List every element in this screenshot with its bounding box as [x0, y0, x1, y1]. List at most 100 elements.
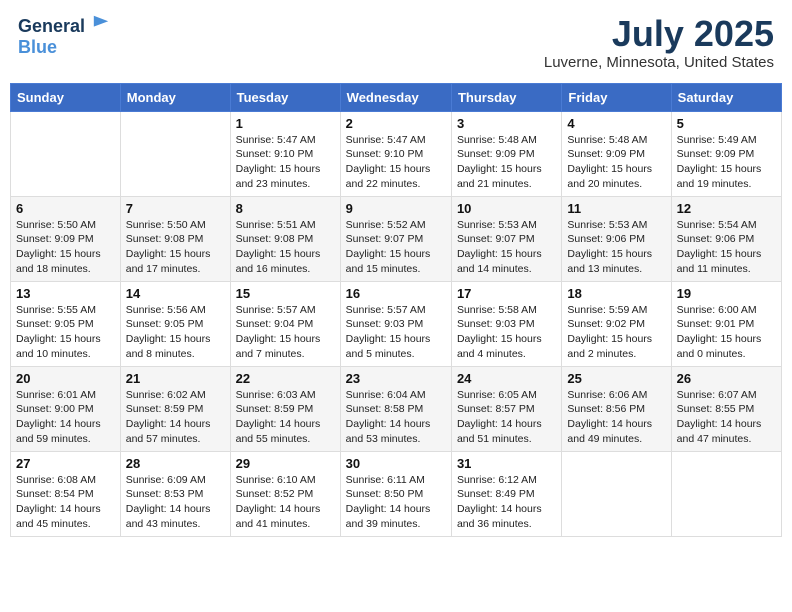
- calendar-cell: 6 Sunrise: 5:50 AM Sunset: 9:09 PM Daylig…: [11, 196, 121, 281]
- calendar-cell: 2Sunrise: 5:47 AM Sunset: 9:10 PM Daylig…: [340, 111, 451, 196]
- weekday-header-monday: Monday: [120, 83, 230, 111]
- day-number: 10: [457, 201, 556, 216]
- day-info: Sunrise: 6:12 AM Sunset: 8:49 PM Dayligh…: [457, 473, 556, 532]
- day-number: 9: [346, 201, 446, 216]
- calendar-cell: 8 Sunrise: 5:51 AM Sunset: 9:08 PM Daylig…: [230, 196, 340, 281]
- weekday-header-wednesday: Wednesday: [340, 83, 451, 111]
- day-info: Sunrise: 5:54 AM Sunset: 9:06 PM Dayligh…: [677, 218, 776, 277]
- day-info: Sunrise: 6:01 AM Sunset: 9:00 PM Dayligh…: [16, 388, 115, 447]
- day-number: 8: [236, 201, 335, 216]
- logo-text: General: [18, 14, 110, 37]
- calendar-cell: 5Sunrise: 5:49 AM Sunset: 9:09 PM Daylig…: [671, 111, 781, 196]
- calendar-cell: 28 Sunrise: 6:09 AM Sunset: 8:53 PM Dayli…: [120, 451, 230, 536]
- week-row-4: 20Sunrise: 6:01 AM Sunset: 9:00 PM Dayli…: [11, 366, 782, 451]
- day-number: 11: [567, 201, 665, 216]
- day-info: Sunrise: 5:52 AM Sunset: 9:07 PM Dayligh…: [346, 218, 446, 277]
- week-row-1: 1 Sunrise: 5:47 AM Sunset: 9:10 PM Daylig…: [11, 111, 782, 196]
- calendar-cell: [11, 111, 121, 196]
- calendar-cell: 29Sunrise: 6:10 AM Sunset: 8:52 PM Dayli…: [230, 451, 340, 536]
- day-info: Sunrise: 6:07 AM Sunset: 8:55 PM Dayligh…: [677, 388, 776, 447]
- day-number: 17: [457, 286, 556, 301]
- day-info: Sunrise: 5:49 AM Sunset: 9:09 PM Dayligh…: [677, 133, 776, 192]
- calendar-cell: 16 Sunrise: 5:57 AM Sunset: 9:03 PM Dayli…: [340, 281, 451, 366]
- day-number: 6: [16, 201, 115, 216]
- day-info: Sunrise: 5:53 AM Sunset: 9:06 PM Dayligh…: [567, 218, 665, 277]
- day-number: 19: [677, 286, 776, 301]
- calendar-cell: [562, 451, 671, 536]
- day-info: Sunrise: 5:48 AM Sunset: 9:09 PM Dayligh…: [567, 133, 665, 192]
- calendar-table: SundayMondayTuesdayWednesdayThursdayFrid…: [10, 83, 782, 537]
- day-info: Sunrise: 5:51 AM Sunset: 9:08 PM Dayligh…: [236, 218, 335, 277]
- day-number: 25: [567, 371, 665, 386]
- calendar-cell: 4 Sunrise: 5:48 AM Sunset: 9:09 PM Daylig…: [562, 111, 671, 196]
- day-info: Sunrise: 6:10 AM Sunset: 8:52 PM Dayligh…: [236, 473, 335, 532]
- day-info: Sunrise: 5:59 AM Sunset: 9:02 PM Dayligh…: [567, 303, 665, 362]
- title-block: July 2025 Luverne, Minnesota, United Sta…: [544, 14, 774, 71]
- day-number: 26: [677, 371, 776, 386]
- day-info: Sunrise: 6:04 AM Sunset: 8:58 PM Dayligh…: [346, 388, 446, 447]
- day-info: Sunrise: 5:56 AM Sunset: 9:05 PM Dayligh…: [126, 303, 225, 362]
- day-info: Sunrise: 6:06 AM Sunset: 8:56 PM Dayligh…: [567, 388, 665, 447]
- day-number: 12: [677, 201, 776, 216]
- day-info: Sunrise: 6:02 AM Sunset: 8:59 PM Dayligh…: [126, 388, 225, 447]
- day-info: Sunrise: 5:58 AM Sunset: 9:03 PM Dayligh…: [457, 303, 556, 362]
- day-info: Sunrise: 6:05 AM Sunset: 8:57 PM Dayligh…: [457, 388, 556, 447]
- weekday-header-tuesday: Tuesday: [230, 83, 340, 111]
- calendar-cell: 10 Sunrise: 5:53 AM Sunset: 9:07 PM Dayli…: [451, 196, 561, 281]
- calendar-cell: 3 Sunrise: 5:48 AM Sunset: 9:09 PM Daylig…: [451, 111, 561, 196]
- day-info: Sunrise: 5:53 AM Sunset: 9:07 PM Dayligh…: [457, 218, 556, 277]
- calendar-cell: 15Sunrise: 5:57 AM Sunset: 9:04 PM Dayli…: [230, 281, 340, 366]
- day-info: Sunrise: 6:00 AM Sunset: 9:01 PM Dayligh…: [677, 303, 776, 362]
- week-row-2: 6 Sunrise: 5:50 AM Sunset: 9:09 PM Daylig…: [11, 196, 782, 281]
- day-info: Sunrise: 5:47 AM Sunset: 9:10 PM Dayligh…: [236, 133, 335, 192]
- page-header: General Blue July 2025 Luverne, Minnesot…: [10, 10, 782, 75]
- calendar-cell: 20Sunrise: 6:01 AM Sunset: 9:00 PM Dayli…: [11, 366, 121, 451]
- day-number: 4: [567, 116, 665, 131]
- calendar-cell: 1 Sunrise: 5:47 AM Sunset: 9:10 PM Daylig…: [230, 111, 340, 196]
- day-number: 1: [236, 116, 335, 131]
- calendar-cell: 24Sunrise: 6:05 AM Sunset: 8:57 PM Dayli…: [451, 366, 561, 451]
- subtitle: Luverne, Minnesota, United States: [544, 54, 774, 71]
- day-info: Sunrise: 5:50 AM Sunset: 9:09 PM Dayligh…: [16, 218, 115, 277]
- calendar-cell: 25 Sunrise: 6:06 AM Sunset: 8:56 PM Dayli…: [562, 366, 671, 451]
- calendar-cell: 22Sunrise: 6:03 AM Sunset: 8:59 PM Dayli…: [230, 366, 340, 451]
- day-info: Sunrise: 5:47 AM Sunset: 9:10 PM Dayligh…: [346, 133, 446, 192]
- logo-blue: Blue: [18, 37, 110, 58]
- calendar-cell: 18Sunrise: 5:59 AM Sunset: 9:02 PM Dayli…: [562, 281, 671, 366]
- calendar-cell: [120, 111, 230, 196]
- day-number: 23: [346, 371, 446, 386]
- logo-flag-icon: [92, 14, 110, 32]
- day-number: 22: [236, 371, 335, 386]
- weekday-header-thursday: Thursday: [451, 83, 561, 111]
- calendar-cell: 31Sunrise: 6:12 AM Sunset: 8:49 PM Dayli…: [451, 451, 561, 536]
- weekday-header-friday: Friday: [562, 83, 671, 111]
- main-title: July 2025: [544, 14, 774, 54]
- day-info: Sunrise: 5:48 AM Sunset: 9:09 PM Dayligh…: [457, 133, 556, 192]
- day-info: Sunrise: 5:50 AM Sunset: 9:08 PM Dayligh…: [126, 218, 225, 277]
- weekday-header-row: SundayMondayTuesdayWednesdayThursdayFrid…: [11, 83, 782, 111]
- calendar-cell: 17 Sunrise: 5:58 AM Sunset: 9:03 PM Dayli…: [451, 281, 561, 366]
- day-number: 16: [346, 286, 446, 301]
- weekday-header-sunday: Sunday: [11, 83, 121, 111]
- day-number: 21: [126, 371, 225, 386]
- day-number: 27: [16, 456, 115, 471]
- logo: General Blue: [18, 14, 110, 58]
- day-number: 28: [126, 456, 225, 471]
- calendar-cell: 9 Sunrise: 5:52 AM Sunset: 9:07 PM Daylig…: [340, 196, 451, 281]
- calendar-cell: 21 Sunrise: 6:02 AM Sunset: 8:59 PM Dayli…: [120, 366, 230, 451]
- day-number: 3: [457, 116, 556, 131]
- week-row-5: 27 Sunrise: 6:08 AM Sunset: 8:54 PM Dayli…: [11, 451, 782, 536]
- day-info: Sunrise: 5:55 AM Sunset: 9:05 PM Dayligh…: [16, 303, 115, 362]
- calendar-cell: 23 Sunrise: 6:04 AM Sunset: 8:58 PM Dayli…: [340, 366, 451, 451]
- day-info: Sunrise: 6:08 AM Sunset: 8:54 PM Dayligh…: [16, 473, 115, 532]
- weekday-header-saturday: Saturday: [671, 83, 781, 111]
- calendar-cell: 19 Sunrise: 6:00 AM Sunset: 9:01 PM Dayli…: [671, 281, 781, 366]
- calendar-cell: [671, 451, 781, 536]
- calendar-cell: 7Sunrise: 5:50 AM Sunset: 9:08 PM Daylig…: [120, 196, 230, 281]
- calendar-cell: 11 Sunrise: 5:53 AM Sunset: 9:06 PM Dayli…: [562, 196, 671, 281]
- day-number: 15: [236, 286, 335, 301]
- calendar-cell: 30Sunrise: 6:11 AM Sunset: 8:50 PM Dayli…: [340, 451, 451, 536]
- day-number: 13: [16, 286, 115, 301]
- day-info: Sunrise: 6:09 AM Sunset: 8:53 PM Dayligh…: [126, 473, 225, 532]
- day-info: Sunrise: 5:57 AM Sunset: 9:03 PM Dayligh…: [346, 303, 446, 362]
